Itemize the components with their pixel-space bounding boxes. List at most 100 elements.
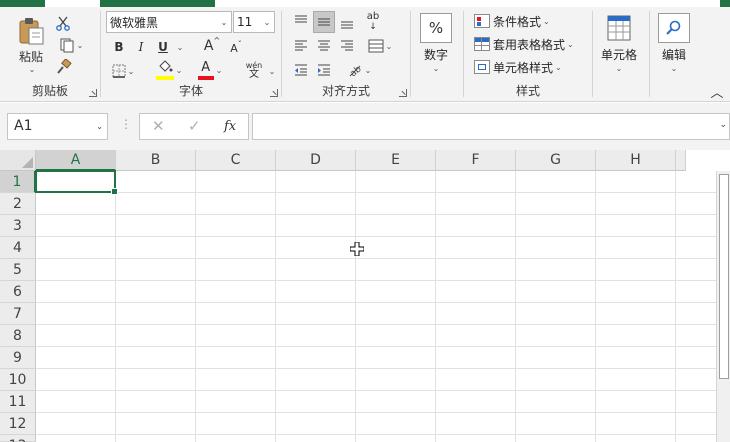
orientation-button[interactable]: ab ↓ (362, 11, 384, 33)
cell-select-cursor-icon (350, 242, 364, 256)
table-icon (474, 37, 490, 51)
fill-color-button[interactable]: ⌄ (151, 59, 187, 81)
row-header[interactable]: 4 (0, 237, 36, 259)
font-color-button[interactable]: A ⌄ (193, 59, 227, 81)
row-header[interactable]: 2 (0, 193, 36, 215)
format-as-table-button[interactable]: 套用表格格式 ⌄ (474, 34, 574, 54)
decrease-indent-button[interactable] (290, 59, 312, 81)
paste-button[interactable]: 粘贴 ⌄ (12, 13, 50, 77)
paste-icon (19, 18, 44, 45)
tab-strip-gap (45, 0, 100, 7)
styles-group: 条件格式 ⌄ 套用表格格式 ⌄ 单元格样式 ⌄ 样式 (464, 7, 592, 102)
column-header[interactable]: A (36, 150, 116, 171)
row-header[interactable]: 8 (0, 325, 36, 347)
column-gridline (435, 171, 436, 442)
underline-dropdown-icon[interactable]: ⌄ (175, 37, 185, 57)
row-header[interactable]: 12 (0, 413, 36, 435)
row-header[interactable]: 10 (0, 369, 36, 391)
name-box[interactable]: A1 ⌄ (7, 113, 108, 140)
increase-font-button[interactable]: A ^ (203, 35, 221, 57)
formula-bar-grip-icon[interactable]: ⋮ (120, 117, 132, 131)
chevron-down-icon: ⌄ (220, 17, 228, 27)
enter-icon[interactable]: ✓ (188, 117, 201, 135)
align-left-button[interactable] (290, 35, 312, 57)
scrollbar-thumb[interactable] (719, 174, 729, 379)
chevron-down-icon: ⌄ (76, 40, 84, 50)
editing-group: 编辑 ⌄ (650, 7, 702, 102)
font-size-select[interactable]: 11 ⌄ (233, 11, 275, 33)
orientation-label: ab (366, 11, 380, 22)
font-color-swatch (197, 76, 214, 80)
column-gridline (275, 171, 276, 442)
column-header[interactable]: H (596, 150, 676, 171)
format-painter-button[interactable] (54, 57, 74, 77)
cells-icon (603, 13, 635, 43)
row-header[interactable]: 1 (0, 171, 36, 193)
dialog-launcher-icon[interactable] (89, 89, 97, 97)
row-header[interactable]: 11 (0, 391, 36, 413)
bold-button[interactable]: B (109, 37, 129, 57)
chevron-down-icon: ⌄ (555, 62, 562, 72)
collapse-ribbon-icon[interactable]: ︿ (708, 83, 726, 101)
row-header[interactable]: 3 (0, 215, 36, 237)
align-center-button[interactable] (313, 35, 335, 57)
caret-down-icon: ˇ (237, 39, 242, 49)
orientation-dropdown-button[interactable]: ab ⌄ (342, 59, 376, 81)
insert-function-button[interactable]: fx (224, 119, 236, 134)
borders-button[interactable]: ⌄ (109, 61, 137, 81)
row-header[interactable]: 5 (0, 259, 36, 281)
row-gridline (36, 302, 716, 303)
underline-button[interactable]: U (153, 37, 173, 57)
formula-bar: A1 ⌄ ⋮ ✕ ✓ fx ⌄ (0, 103, 730, 150)
decrease-font-button[interactable]: Aˇ (227, 37, 245, 59)
align-left-icon (295, 40, 307, 51)
column-header[interactable]: B (116, 150, 196, 171)
select-all-button[interactable] (0, 150, 36, 171)
worksheet-grid[interactable]: ABCDEFGH 12345678910111213 (0, 150, 730, 442)
top-align-button[interactable] (290, 11, 312, 33)
conditional-formatting-button[interactable]: 条件格式 ⌄ (474, 11, 550, 31)
number-label: 数字 (423, 48, 448, 62)
column-gridline (195, 171, 196, 442)
merge-center-button[interactable]: ⌄ (362, 35, 398, 57)
row-gridline (36, 324, 716, 325)
column-header[interactable]: D (276, 150, 356, 171)
italic-button[interactable]: I (131, 37, 151, 57)
text-angle-icon: ab (348, 64, 363, 78)
font-name-select[interactable]: 微软雅黑 ⌄ (106, 11, 232, 33)
middle-align-button[interactable] (313, 11, 335, 33)
number-format-button[interactable]: % 数字 ⌄ (420, 13, 452, 73)
formula-input[interactable]: ⌄ (252, 113, 730, 140)
column-header[interactable]: C (196, 150, 276, 171)
column-gridline (515, 171, 516, 442)
cells-button[interactable]: 单元格 ⌄ (601, 13, 637, 73)
dialog-launcher-icon[interactable] (270, 89, 278, 97)
align-right-button[interactable] (336, 35, 358, 57)
row-header[interactable]: 6 (0, 281, 36, 303)
vertical-scrollbar[interactable] (716, 171, 730, 442)
phonetic-dropdown-icon[interactable]: ⌄ (267, 61, 277, 81)
cell-styles-button[interactable]: 单元格样式 ⌄ (474, 57, 562, 77)
increase-font-label: A (203, 38, 214, 54)
increase-indent-button[interactable] (313, 59, 335, 81)
formula-buttons: ✕ ✓ fx (139, 113, 249, 140)
cancel-icon[interactable]: ✕ (152, 117, 165, 135)
row-header[interactable]: 9 (0, 347, 36, 369)
column-header-partial (676, 150, 686, 171)
cut-button[interactable] (54, 13, 72, 33)
middle-align-icon (318, 18, 330, 26)
bottom-align-button[interactable] (336, 11, 358, 33)
editing-button[interactable]: 编辑 ⌄ (658, 13, 690, 73)
column-header[interactable]: G (516, 150, 596, 171)
dialog-launcher-icon[interactable] (399, 89, 407, 97)
row-header[interactable]: 7 (0, 303, 36, 325)
phonetic-guide-button[interactable]: wén 文 (239, 59, 269, 81)
column-header[interactable]: F (436, 150, 516, 171)
row-header[interactable]: 13 (0, 435, 36, 442)
column-header[interactable]: E (356, 150, 436, 171)
row-gridline (36, 214, 716, 215)
expand-formula-icon[interactable]: ⌄ (719, 120, 727, 130)
alignment-group-label: 对齐方式 (321, 84, 370, 98)
copy-button[interactable]: ⌄ (54, 35, 88, 55)
active-cell[interactable] (35, 170, 118, 195)
